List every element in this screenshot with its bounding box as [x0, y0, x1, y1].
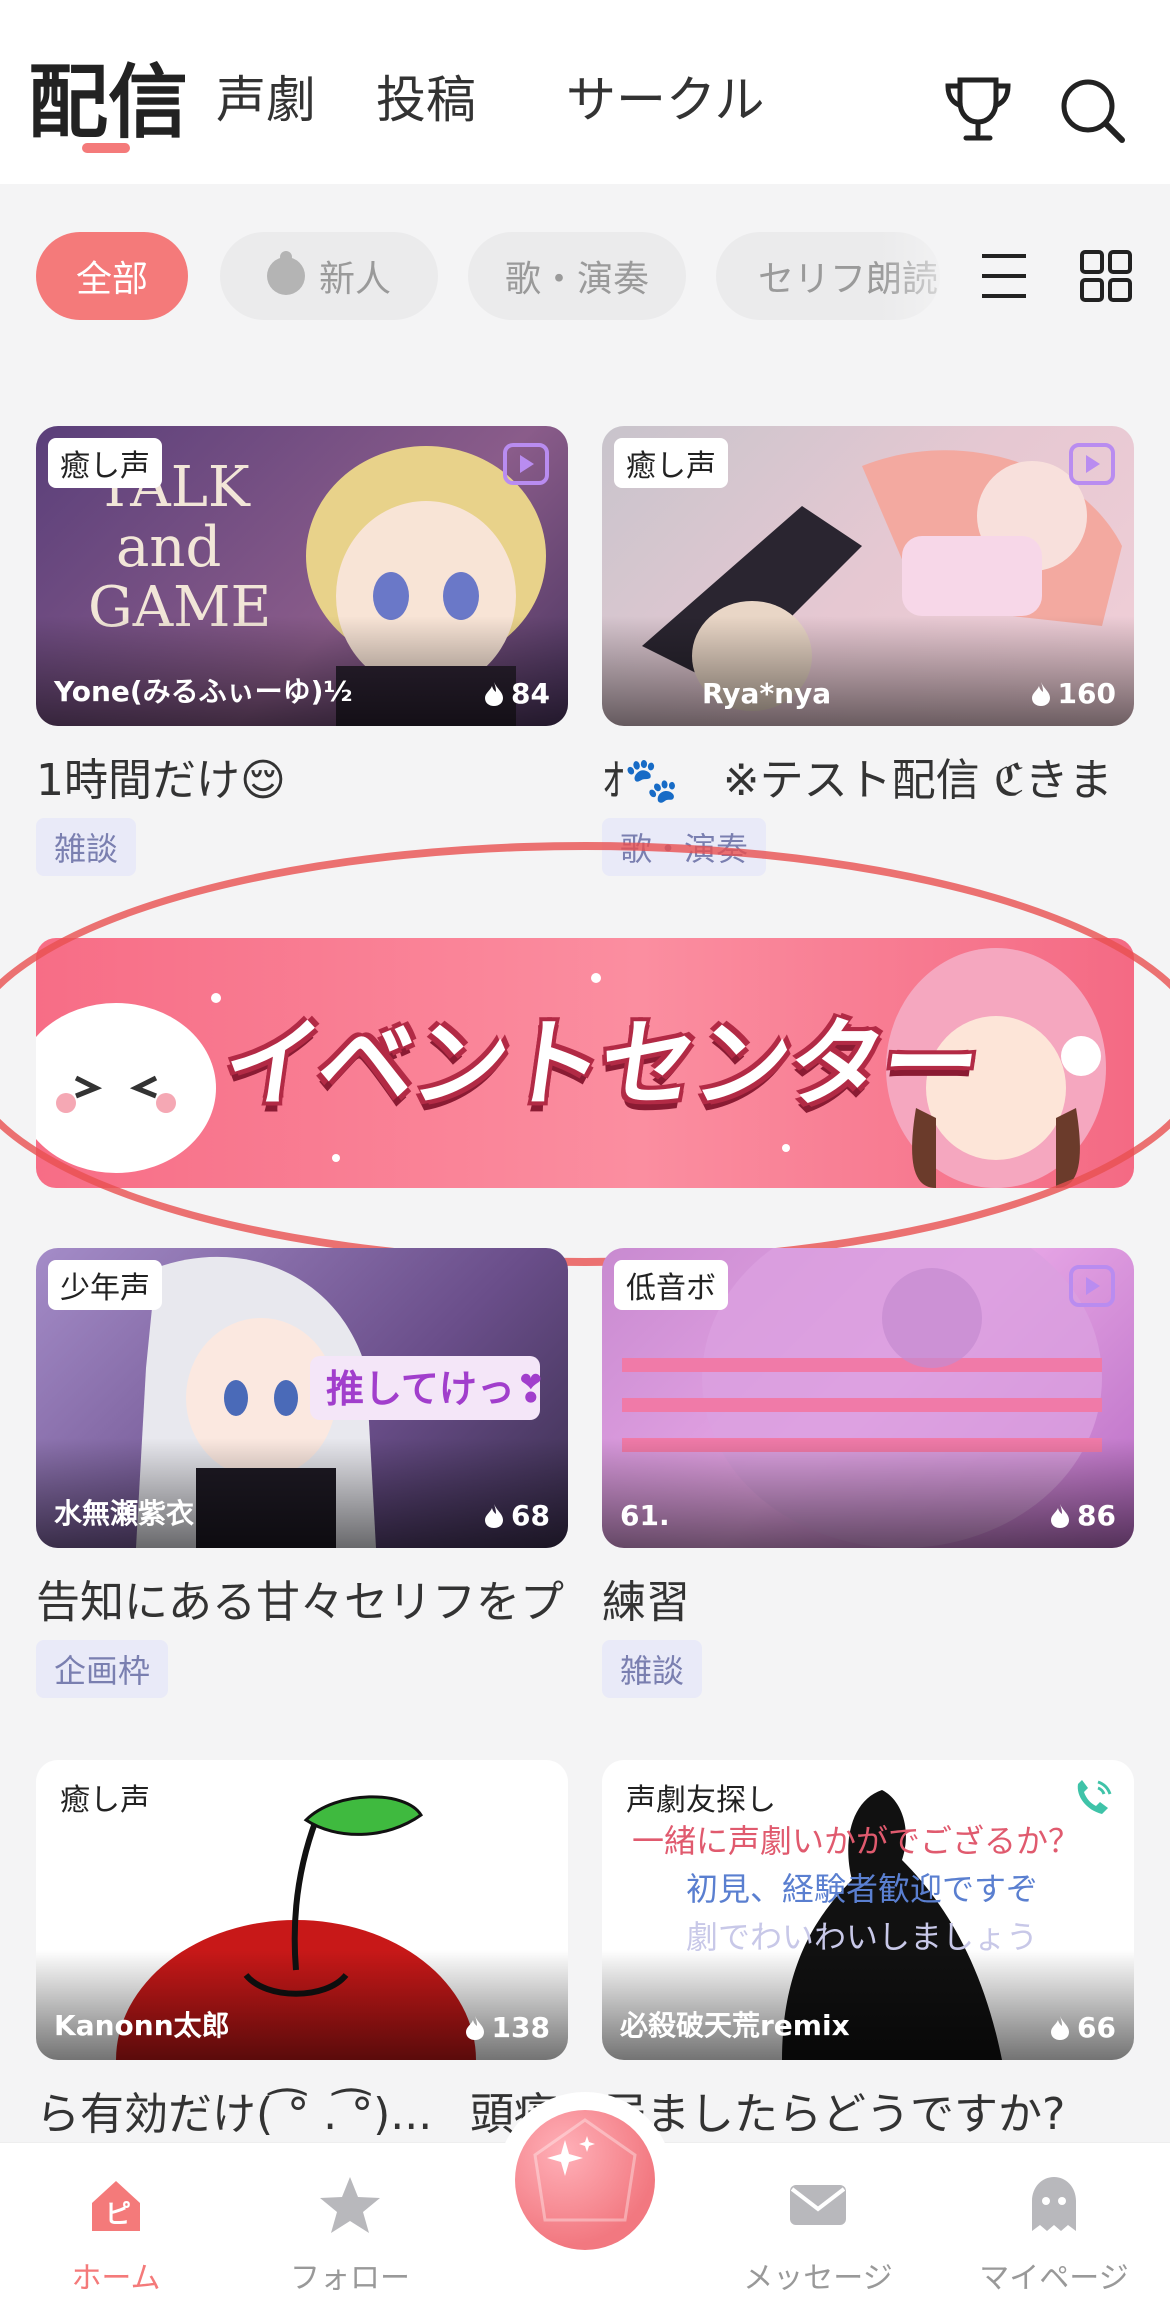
- streamer-name: Yone(みるふぃーゆ)½: [54, 675, 353, 708]
- flame-icon: [465, 2015, 484, 2040]
- viewer-count-value: 84: [511, 677, 550, 710]
- trophy-icon[interactable]: [940, 72, 1016, 148]
- banner-title: イベントセンター: [216, 1008, 985, 1120]
- viewer-count-value: 66: [1077, 2011, 1116, 2044]
- chip-all[interactable]: 全部: [36, 232, 188, 320]
- voice-tag-badge: 癒し声: [48, 1772, 162, 1822]
- nav-message[interactable]: メッセージ: [728, 2173, 908, 2297]
- stream-card[interactable]: 低音ボ 61. 86 練習 雑談: [602, 1248, 1134, 1698]
- stream-title: 告知にある甘々セリフをプ|: [36, 1577, 568, 1626]
- genre-tag[interactable]: 雑談: [36, 818, 137, 876]
- grid-view-icon[interactable]: [1078, 248, 1134, 304]
- viewer-count: 160: [1030, 677, 1116, 710]
- stream-thumbnail[interactable]: 一緒に声劇いかがでござるか？ 初見、経験者歓迎ですぞ 劇でわいわいしましょう 声…: [602, 1760, 1134, 2060]
- flame-icon: [485, 681, 504, 706]
- star-icon: [320, 2177, 380, 2233]
- streamer-name: 水無瀬紫衣: [54, 1497, 195, 1530]
- viewer-count: 84: [483, 677, 550, 710]
- home-icon: ピ: [92, 2181, 140, 2231]
- nav-follow-label: フォロー: [290, 2261, 410, 2296]
- viewer-count-value: 86: [1077, 1499, 1116, 1532]
- genre-tag[interactable]: 企画枠: [36, 1640, 169, 1698]
- viewer-count: 138: [464, 2011, 550, 2044]
- home-glyph: ピ: [105, 2200, 131, 2230]
- ghost-icon: [1032, 2177, 1076, 2231]
- voice-tag-badge: 少年声: [48, 1260, 162, 1310]
- list-view-icon[interactable]: [976, 248, 1032, 304]
- streamer-name: Rya*nya: [702, 677, 832, 710]
- play-icon: [1069, 443, 1115, 485]
- tab-haishin[interactable]: 配信: [28, 38, 188, 154]
- viewer-count-value: 68: [511, 1499, 550, 1532]
- viewer-count: 86: [1049, 1499, 1116, 1532]
- overlay-text-2: 初見、経験者歓迎ですぞ: [686, 1870, 1038, 1908]
- stream-thumbnail[interactable]: 癒し声 Kanonn太郎 138: [36, 1760, 568, 2060]
- thumb-text-oshi: 推してけっ❣: [326, 1367, 547, 1411]
- voice-tag-badge: 癒し声: [48, 438, 162, 488]
- chip-newcomer-label: 新人: [318, 259, 391, 300]
- event-center-banner[interactable]: イベントセンター: [36, 938, 1134, 1188]
- stream-thumbnail[interactable]: 癒し声 Rya*nya 160: [602, 426, 1134, 726]
- stream-card[interactable]: 一緒に声劇いかがでござるか？ 初見、経験者歓迎ですぞ 劇でわいわいしましょう 声…: [470, 1760, 1134, 2138]
- flame-icon: [1051, 2015, 1070, 2040]
- chip-fade: [880, 220, 970, 330]
- nav-mypage-label: マイページ: [979, 2261, 1129, 2296]
- tab-circle[interactable]: サークル: [566, 60, 765, 132]
- chip-song[interactable]: 歌・演奏: [468, 232, 686, 320]
- play-icon: [1069, 1265, 1115, 1307]
- stream-title: 練習: [602, 1577, 690, 1626]
- baby-icon: [266, 251, 305, 295]
- go-live-button-face: [515, 2110, 655, 2250]
- stream-thumbnail[interactable]: 推してけっ❣ 少年声 水無瀬紫衣 68: [36, 1248, 568, 1548]
- genre-tag[interactable]: 歌・演奏: [602, 818, 767, 876]
- stream-title: ｵ🐾 ※テスト配信 ℭきま: [602, 755, 1113, 804]
- nav-home[interactable]: ピ ホーム: [26, 2173, 206, 2297]
- stream-title: 1時間だけ😌: [36, 755, 286, 804]
- top-header: 配信 声劇 投稿 サークル: [0, 0, 1170, 184]
- streamer-name: Kanonn太郎: [54, 2009, 230, 2042]
- stream-card[interactable]: 推してけっ❣ 少年声 水無瀬紫衣 68 告知にある甘々セリフをプ| 企画枠: [36, 1248, 568, 1698]
- play-icon: [503, 443, 549, 485]
- flame-icon: [1051, 1503, 1070, 1528]
- viewer-count: 66: [1049, 2011, 1116, 2044]
- voice-tag-badge: 癒し声: [614, 438, 728, 488]
- viewer-count: 68: [483, 1499, 550, 1532]
- stream-card[interactable]: TALK and GAME 癒し声 Yone(みるふぃーゆ)½ 84 1時間だけ…: [36, 426, 568, 876]
- streamer-name: 必殺破天荒remix: [620, 2009, 850, 2042]
- overlay-text-1: 一緒に声劇いかがでござるか？: [632, 1822, 1080, 1860]
- chip-newcomer[interactable]: 新人: [220, 232, 438, 320]
- tab-seigeki[interactable]: 声劇: [216, 60, 316, 132]
- streamer-name: 61.: [620, 1499, 670, 1532]
- stream-thumbnail[interactable]: 低音ボ 61. 86: [602, 1248, 1134, 1548]
- sparkle-icon: [533, 2118, 637, 2222]
- viewer-count-value: 160: [1057, 677, 1116, 710]
- nav-home-label: ホーム: [71, 2261, 161, 2296]
- tab-toukou[interactable]: 投稿: [376, 60, 476, 132]
- viewer-count-value: 138: [491, 2011, 550, 2044]
- mail-icon: [790, 2185, 846, 2225]
- thumb-text-2: and: [116, 515, 221, 580]
- nav-mypage[interactable]: マイページ: [964, 2173, 1144, 2297]
- nav-message-label: メッセージ: [743, 2261, 893, 2296]
- go-live-button[interactable]: [505, 2100, 665, 2260]
- voice-tag-badge: 声劇友探し: [614, 1772, 788, 1822]
- stream-card[interactable]: 癒し声 Rya*nya 160 ｵ🐾 ※テスト配信 ℭきま 歌・演奏: [602, 426, 1134, 876]
- flame-icon: [1031, 681, 1050, 706]
- genre-tag[interactable]: 雑談: [602, 1640, 703, 1698]
- stream-thumbnail[interactable]: TALK and GAME 癒し声 Yone(みるふぃーゆ)½ 84: [36, 426, 568, 726]
- flame-icon: [485, 1503, 504, 1528]
- phone-call-icon: [1077, 1780, 1112, 1814]
- voice-tag-badge: 低音ボ: [614, 1260, 728, 1310]
- search-icon[interactable]: [1056, 72, 1132, 148]
- active-tab-indicator: [82, 143, 130, 153]
- nav-follow[interactable]: フォロー: [260, 2173, 440, 2297]
